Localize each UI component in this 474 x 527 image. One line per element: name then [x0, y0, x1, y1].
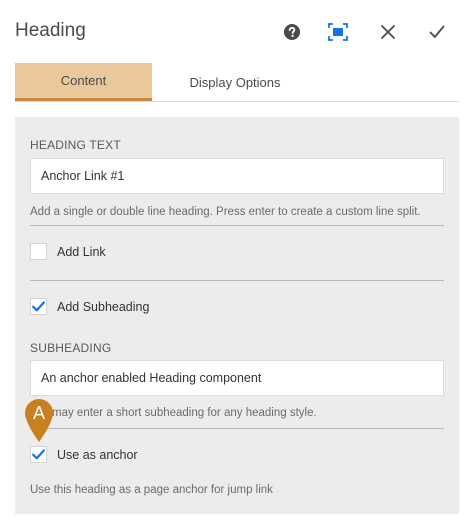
content-panel: HEADING TEXT Anchor Link #1 Add a single… — [15, 117, 459, 514]
add-subheading-checkbox[interactable] — [30, 298, 47, 315]
divider — [30, 428, 444, 429]
add-subheading-checkbox-row[interactable]: Add Subheading — [30, 298, 149, 315]
dialog-title: Heading — [15, 20, 86, 41]
subheading-help-text: may enter a short subheading for any hea… — [52, 407, 317, 419]
tab-display-options[interactable]: Display Options — [155, 63, 315, 101]
add-link-checkbox-row[interactable]: Add Link — [30, 243, 106, 260]
checkmark-icon — [32, 301, 45, 312]
done-button[interactable] — [425, 20, 449, 44]
divider — [30, 225, 444, 226]
heading-text-label: HEADING TEXT — [30, 138, 121, 152]
close-button[interactable] — [376, 20, 400, 44]
heading-help-text: Add a single or double line heading. Pre… — [30, 206, 421, 218]
add-link-checkbox[interactable] — [30, 243, 47, 260]
subheading-input[interactable]: An anchor enabled Heading component — [30, 360, 444, 396]
use-as-anchor-checkbox[interactable] — [30, 446, 47, 463]
tab-bar: Content Display Options — [15, 63, 459, 102]
add-link-label: Add Link — [57, 244, 106, 259]
checkmark-icon — [429, 25, 445, 38]
dialog-header: Heading — [0, 0, 474, 62]
close-icon — [381, 25, 395, 39]
heading-text-input[interactable]: Anchor Link #1 — [30, 158, 444, 194]
fullscreen-icon — [328, 23, 348, 41]
help-button[interactable] — [280, 20, 304, 44]
use-as-anchor-label: Use as anchor — [57, 447, 138, 462]
tab-content[interactable]: Content — [15, 63, 152, 101]
use-as-anchor-checkbox-row[interactable]: Use as anchor — [30, 446, 138, 463]
callout-letter: A — [33, 403, 45, 423]
add-subheading-label: Add Subheading — [57, 299, 150, 314]
subheading-label: SUBHEADING — [30, 341, 112, 355]
fullscreen-button[interactable] — [326, 20, 350, 44]
checkmark-icon — [32, 449, 45, 460]
help-icon — [284, 24, 300, 40]
divider — [30, 280, 444, 281]
callout-marker: A — [25, 399, 53, 442]
use-as-anchor-help-text: Use this heading as a page anchor for ju… — [30, 484, 273, 496]
